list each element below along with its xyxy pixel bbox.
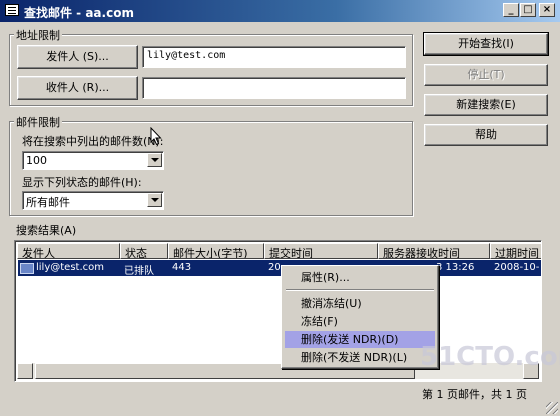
row-status: 已排队	[124, 266, 154, 277]
status-text: 第 1 页邮件，共 1 页	[422, 388, 527, 401]
menu-item-properties[interactable]: 属性(R)...	[285, 269, 435, 286]
recipient-field[interactable]	[142, 77, 406, 99]
column-header-submit-time[interactable]: 提交时间	[264, 243, 378, 259]
watermark-logo: 51CTO.com	[420, 342, 560, 372]
help-button[interactable]: 帮助	[424, 124, 548, 146]
address-group-label: 地址限制	[14, 27, 62, 43]
window-icon	[5, 4, 19, 16]
column-header-size[interactable]: 邮件大小(字节)	[168, 243, 264, 259]
sender-field[interactable]: lily@test.com	[142, 46, 406, 68]
row-sender: lily@test.com	[36, 262, 104, 273]
scroll-left-icon[interactable]	[17, 363, 33, 379]
message-count-select[interactable]: 100	[22, 151, 164, 170]
status-filter-select[interactable]: 所有邮件	[22, 191, 164, 210]
mail-group-label: 邮件限制	[14, 114, 62, 130]
start-search-button[interactable]: 开始查找(I)	[423, 32, 549, 56]
menu-item-freeze[interactable]: 冻结(F)	[285, 313, 435, 330]
row-received-time: 3 13:26	[436, 262, 475, 273]
row-expires: 2008-10-	[494, 262, 540, 273]
sender-button[interactable]: 发件人 (S)...	[17, 45, 138, 69]
new-search-button[interactable]: 新建搜索(E)	[424, 94, 548, 116]
table-row[interactable]: lily@test.com 已排队 443 20 3 13:26 2008-10…	[18, 260, 541, 277]
mouse-cursor-icon	[150, 127, 162, 146]
chevron-down-icon[interactable]	[147, 153, 162, 167]
minimize-button[interactable]: _	[503, 3, 519, 17]
message-count-value: 100	[26, 154, 47, 167]
row-size: 443	[172, 262, 192, 273]
status-filter-value: 所有邮件	[26, 196, 70, 209]
status-bar: 第 1 页邮件，共 1 页	[0, 378, 560, 416]
window-title: 查找邮件 - aa.com	[24, 6, 134, 20]
maximize-button[interactable]: □	[520, 3, 536, 17]
message-icon	[20, 263, 34, 274]
column-header-status[interactable]: 状态	[120, 243, 168, 259]
chevron-down-icon[interactable]	[147, 193, 162, 207]
stop-button[interactable]: 停止(T)	[424, 64, 548, 86]
find-messages-window: 查找邮件 - aa.com _ □ × 地址限制 发件人 (S)... lily…	[0, 0, 560, 416]
title-bar[interactable]: 查找邮件 - aa.com _ □ ×	[0, 0, 560, 22]
column-header-expires[interactable]: 过期时间	[490, 243, 541, 259]
column-header-received-time[interactable]: 服务器接收时间	[378, 243, 490, 259]
menu-item-unfreeze[interactable]: 撤消冻结(U)	[285, 295, 435, 312]
menu-separator	[286, 289, 434, 291]
row-submit-time: 20	[268, 262, 281, 273]
menu-item-delete-with-ndr[interactable]: 删除(发送 NDR)(D)	[285, 331, 435, 348]
close-button[interactable]: ×	[539, 3, 555, 17]
resize-grip-icon[interactable]	[546, 402, 558, 414]
status-filter-label: 显示下列状态的邮件(H):	[22, 176, 142, 189]
results-label: 搜索结果(A)	[14, 222, 79, 238]
context-menu: 属性(R)... 撤消冻结(U) 冻结(F) 删除(发送 NDR)(D) 删除(…	[281, 265, 439, 369]
menu-item-delete-without-ndr[interactable]: 删除(不发送 NDR)(L)	[285, 349, 435, 366]
recipient-button[interactable]: 收件人 (R)...	[17, 76, 138, 100]
column-header-sender[interactable]: 发件人	[17, 243, 120, 259]
message-count-label: 将在搜索中列出的邮件数(N):	[22, 135, 164, 148]
